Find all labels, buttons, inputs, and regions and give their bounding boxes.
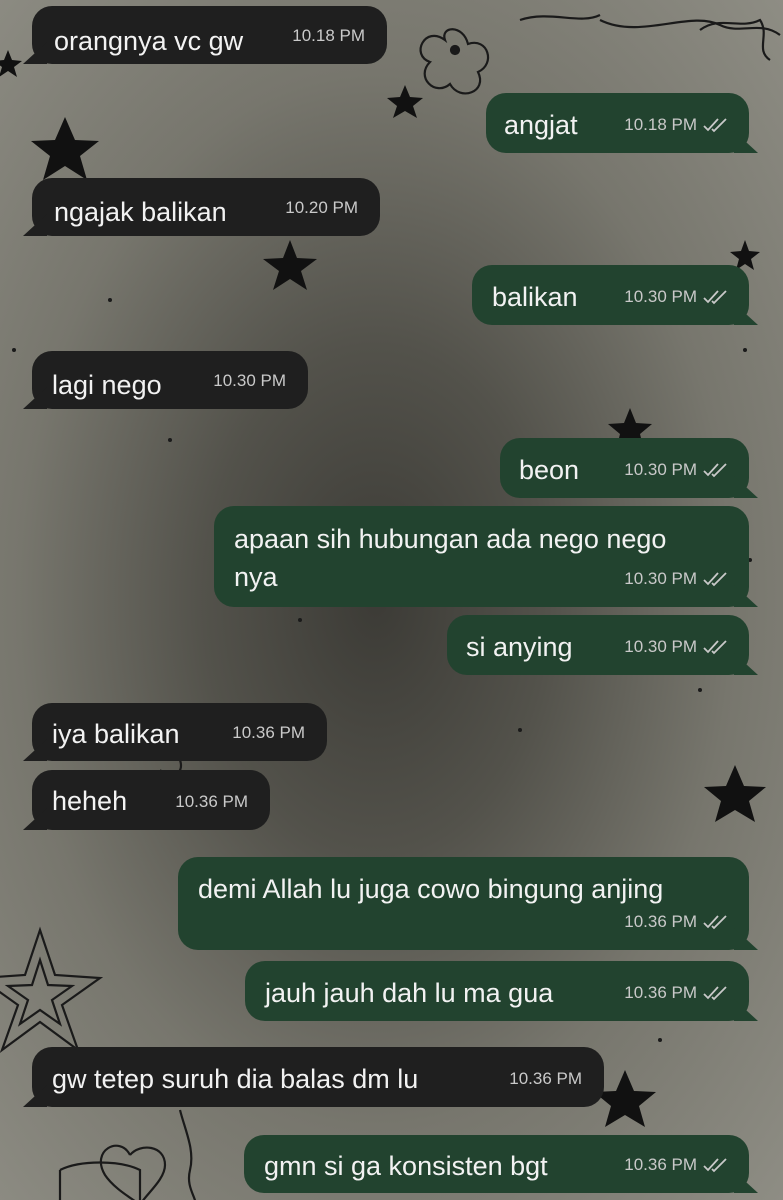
message-text: si anying (466, 632, 573, 662)
message-time: 10.20 PM (285, 198, 358, 217)
message-text: ngajak balikan (54, 197, 227, 227)
message-time: 10.30 PM (624, 460, 697, 479)
message-text: gw tetep suruh dia balas dm lu (52, 1064, 419, 1094)
message-text: angjat (504, 110, 578, 140)
message-outgoing[interactable]: apaan sih hubungan ada nego nego nya 10.… (214, 506, 749, 607)
message-text: gmn si ga konsisten bgt (264, 1151, 548, 1181)
message-incoming[interactable]: heheh 10.36 PM (32, 770, 270, 830)
message-text: heheh (52, 786, 128, 816)
message-time: 10.36 PM (624, 1155, 697, 1174)
message-text-line2: nya (234, 562, 278, 592)
double-check-icon (703, 289, 729, 305)
message-meta: 10.30 PM (624, 279, 729, 315)
double-check-icon (703, 639, 729, 655)
message-text: lagi nego (52, 370, 162, 400)
message-outgoing[interactable]: jauh jauh dah lu ma gua 10.36 PM (245, 961, 749, 1021)
double-check-icon (703, 985, 729, 1001)
message-time: 10.30 PM (624, 569, 697, 588)
message-meta: 10.18 PM (292, 18, 365, 54)
message-outgoing[interactable]: gmn si ga konsisten bgt 10.36 PM (244, 1135, 749, 1193)
message-meta: 10.36 PM (509, 1061, 582, 1097)
message-time: 10.30 PM (624, 287, 697, 306)
double-check-icon (703, 117, 729, 133)
message-outgoing[interactable]: demi Allah lu juga cowo bingung anjing 1… (178, 857, 749, 950)
double-check-icon (703, 914, 729, 930)
message-meta: 10.18 PM (624, 107, 729, 143)
message-time: 10.18 PM (624, 115, 697, 134)
message-outgoing[interactable]: balikan 10.30 PM (472, 265, 749, 325)
message-time: 10.30 PM (624, 637, 697, 656)
star-doodle (387, 85, 423, 118)
message-text: demi Allah lu juga cowo bingung anjing (198, 874, 664, 904)
message-text: iya balikan (52, 719, 180, 749)
double-check-icon (703, 1157, 729, 1173)
heart-doodle (99, 1144, 167, 1200)
message-meta: 10.30 PM (624, 629, 729, 665)
message-time: 10.36 PM (509, 1069, 582, 1088)
star-doodle (263, 240, 317, 290)
message-time: 10.36 PM (624, 912, 697, 931)
message-meta: 10.36 PM (624, 975, 729, 1011)
message-meta: 10.36 PM (232, 715, 305, 751)
double-check-icon (703, 571, 729, 587)
message-outgoing[interactable]: angjat 10.18 PM (486, 93, 749, 153)
scribble-doodle (699, 18, 771, 61)
message-time: 10.36 PM (175, 792, 248, 811)
message-meta: 10.30 PM (624, 561, 729, 597)
scribble-doodle (519, 13, 781, 36)
jar-doodle (58, 1161, 142, 1200)
star-doodle (31, 117, 99, 180)
message-outgoing[interactable]: si anying 10.30 PM (447, 615, 749, 675)
message-incoming[interactable]: orangnya vc gw 10.18 PM (32, 6, 387, 64)
message-meta: 10.20 PM (285, 190, 358, 226)
message-meta: 10.30 PM (213, 363, 286, 399)
flower-doodle (419, 28, 489, 95)
message-outgoing[interactable]: beon 10.30 PM (500, 438, 749, 498)
message-text: apaan sih hubungan ada nego nego (234, 524, 667, 554)
message-time: 10.18 PM (292, 26, 365, 45)
message-incoming[interactable]: iya balikan 10.36 PM (32, 703, 327, 761)
message-incoming[interactable]: gw tetep suruh dia balas dm lu 10.36 PM (32, 1047, 604, 1107)
message-incoming[interactable]: lagi nego 10.30 PM (32, 351, 308, 409)
message-meta: 10.36 PM (624, 904, 729, 940)
scribble-doodle (178, 1109, 197, 1200)
message-text: orangnya vc gw (54, 26, 244, 56)
star-doodle (0, 50, 22, 77)
message-incoming[interactable]: ngajak balikan 10.20 PM (32, 178, 380, 236)
message-time: 10.30 PM (213, 371, 286, 390)
star-doodle (704, 765, 766, 822)
message-meta: 10.36 PM (175, 784, 248, 820)
message-meta: 10.30 PM (624, 452, 729, 488)
message-meta: 10.36 PM (624, 1147, 729, 1183)
message-time: 10.36 PM (624, 983, 697, 1002)
double-check-icon (703, 462, 729, 478)
message-text: jauh jauh dah lu ma gua (265, 978, 554, 1008)
message-text: balikan (492, 282, 578, 312)
star-outline-doodle (4, 956, 76, 1027)
message-text: beon (519, 455, 580, 485)
message-time: 10.36 PM (232, 723, 305, 742)
